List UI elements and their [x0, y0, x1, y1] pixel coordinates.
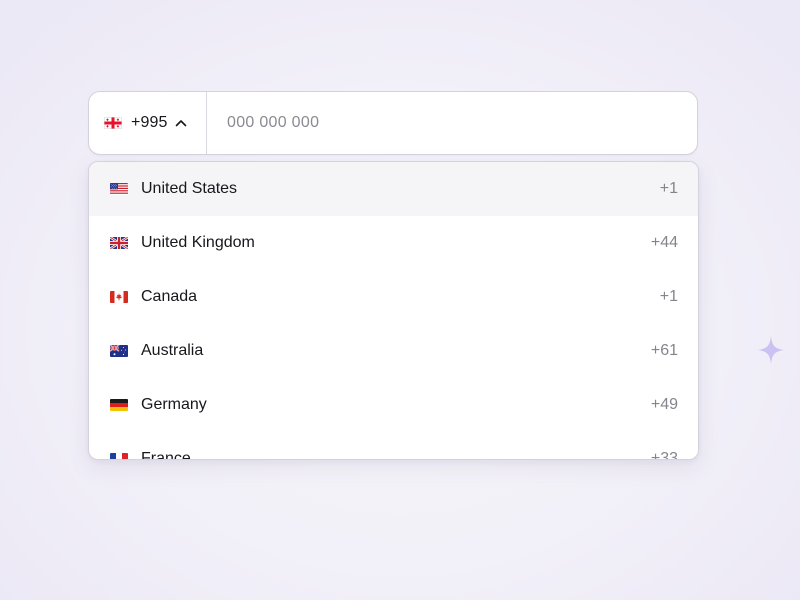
canada-flag-icon [110, 291, 128, 303]
country-option-france[interactable]: France +33 [89, 432, 698, 460]
country-option-canada[interactable]: Canada +1 [89, 270, 698, 324]
us-flag-icon [110, 183, 128, 195]
country-code-select[interactable]: +995 [89, 92, 207, 154]
country-option-united-states[interactable]: United States +1 [89, 162, 698, 216]
country-dial-code: +1 [659, 288, 678, 305]
country-name: United Kingdom [141, 234, 255, 251]
sparkle-icon [758, 336, 784, 364]
country-dial-code: +1 [659, 180, 678, 197]
georgia-flag-icon [104, 117, 122, 129]
country-dial-code: +49 [650, 396, 678, 413]
country-name: Canada [141, 288, 198, 305]
phone-number-input[interactable] [207, 91, 697, 155]
country-name: Germany [141, 396, 207, 413]
country-dial-code: +44 [650, 234, 678, 251]
country-option-united-kingdom[interactable]: United Kingdom +44 [89, 216, 698, 270]
country-option-germany[interactable]: Germany +49 [89, 378, 698, 432]
country-dropdown-list[interactable]: United States +1 United Kingdom +44 Cana… [88, 161, 699, 460]
country-option-australia[interactable]: Australia +61 [89, 324, 698, 378]
germany-flag-icon [110, 399, 128, 411]
uk-flag-icon [110, 237, 128, 249]
country-name: United States [141, 180, 238, 197]
australia-flag-icon [110, 345, 128, 357]
country-dial-code: +61 [650, 342, 678, 359]
phone-number-field: +995 [88, 91, 698, 155]
france-flag-icon [110, 453, 128, 459]
country-name: Australia [141, 342, 204, 359]
country-name: France [141, 450, 191, 460]
country-dial-code: +33 [650, 450, 678, 460]
chevron-up-icon [175, 119, 187, 127]
selected-country-code: +995 [131, 114, 168, 131]
